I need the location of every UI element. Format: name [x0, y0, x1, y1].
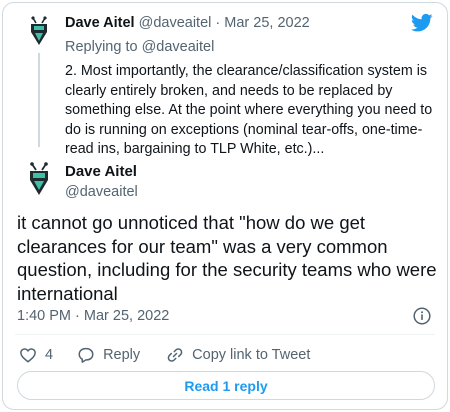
- tweet-text: it cannot go unnoticed that "how do we g…: [17, 212, 437, 304]
- tweet-card: Dave Aitel @daveaitel · Mar 25, 2022 Rep…: [2, 2, 448, 410]
- replying-to: Replying to @daveaitel: [65, 39, 214, 55]
- author-handle[interactable]: @daveaitel: [65, 184, 138, 200]
- tweet-timestamp[interactable]: 1:40 PM · Mar 25, 2022: [17, 308, 169, 324]
- tweet-date[interactable]: Mar 25, 2022: [224, 15, 309, 31]
- replying-to-handle[interactable]: @daveaitel: [142, 39, 215, 55]
- divider: [15, 334, 435, 335]
- reply-button[interactable]: Reply: [77, 346, 140, 364]
- reply-label: Reply: [103, 347, 141, 363]
- parent-tweet-header: Dave Aitel @daveaitel · Mar 25, 2022: [65, 15, 310, 31]
- read-replies-button[interactable]: Read 1 reply: [17, 371, 435, 400]
- copy-link-button[interactable]: Copy link to Tweet: [166, 346, 310, 364]
- speech-bubble-icon: [78, 347, 94, 363]
- info-icon[interactable]: [413, 307, 431, 325]
- author-name[interactable]: Dave Aitel: [65, 163, 137, 180]
- avatar[interactable]: [23, 15, 55, 47]
- like-count: 4: [45, 347, 54, 363]
- thread-line: [38, 53, 40, 147]
- tweet-actions: 4 Reply Copy link to Tweet: [19, 344, 310, 366]
- like-button[interactable]: 4: [19, 346, 53, 364]
- link-icon: [167, 348, 183, 362]
- separator: ·: [215, 15, 221, 31]
- copy-link-label: Copy link to Tweet: [192, 347, 311, 363]
- author-name[interactable]: Dave Aitel: [65, 15, 135, 31]
- twitter-bird-icon[interactable]: [411, 13, 433, 33]
- parent-tweet-text: 2. Most importantly, the clearance/class…: [65, 63, 433, 157]
- avatar[interactable]: [23, 161, 55, 197]
- author-handle[interactable]: @daveaitel: [139, 15, 212, 31]
- heart-icon: [20, 348, 36, 363]
- robot-avatar-icon: [23, 15, 55, 47]
- replying-to-prefix: Replying to: [65, 39, 142, 55]
- robot-avatar-icon: [30, 162, 48, 195]
